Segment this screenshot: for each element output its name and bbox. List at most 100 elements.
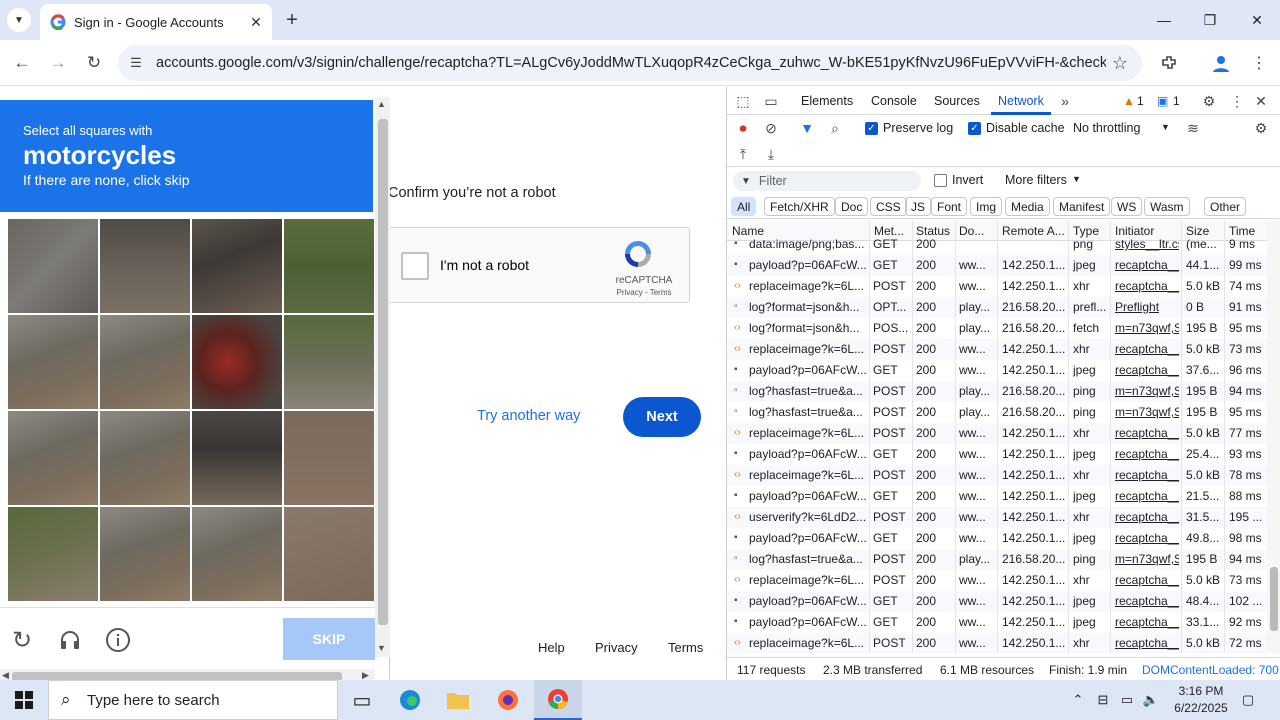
import-har-icon[interactable]: ⤒ (733, 144, 753, 164)
recaptcha-privacy-terms[interactable]: Privacy - Terms (609, 288, 679, 297)
cell-initiator[interactable]: m=n73qwf,S (1115, 405, 1179, 419)
tab-elements[interactable]: Elements (801, 94, 853, 108)
captcha-tile[interactable] (284, 507, 374, 601)
network-icon[interactable]: ⊟ (1092, 680, 1114, 720)
scroll-left-arrow-icon[interactable]: ◀ (2, 670, 9, 680)
captcha-tile[interactable] (192, 411, 282, 505)
footer-terms-link[interactable]: Terms (668, 640, 703, 655)
type-filter-doc[interactable]: Doc (835, 197, 869, 216)
type-filter-other[interactable]: Other (1204, 197, 1247, 216)
cell-initiator[interactable]: recaptcha__e (1115, 258, 1179, 272)
throttling-select[interactable]: No throttling (1073, 121, 1140, 135)
start-button[interactable] (0, 680, 48, 720)
audio-challenge-icon[interactable] (56, 626, 84, 654)
search-icon[interactable]: ⌕ (825, 118, 845, 138)
reload-challenge-icon[interactable]: ↻ (8, 626, 36, 654)
device-toolbar-icon[interactable]: ▭ (761, 91, 781, 111)
requests-scrollbar[interactable] (1267, 221, 1280, 653)
captcha-tile[interactable] (100, 507, 190, 601)
cell-initiator[interactable]: Preflight (1115, 300, 1179, 314)
cell-initiator[interactable]: recaptcha__e (1115, 468, 1179, 482)
firefox-icon[interactable] (484, 680, 532, 720)
scroll-down-arrow-icon[interactable]: ▼ (377, 643, 386, 653)
settings-gear-icon[interactable]: ⚙ (1199, 91, 1219, 111)
cell-initiator[interactable]: m=n73qwf,S (1115, 552, 1179, 566)
warning-icon[interactable]: ▲ (1123, 94, 1135, 108)
info-icon[interactable] (104, 626, 132, 654)
captcha-tile[interactable] (8, 507, 98, 601)
close-devtools-icon[interactable]: ✕ (1251, 91, 1271, 111)
cell-initiator[interactable]: recaptcha__e (1115, 510, 1179, 524)
captcha-tile[interactable] (284, 411, 374, 505)
captcha-tile[interactable] (284, 315, 374, 409)
browser-menu-icon[interactable]: ⋮ (1245, 49, 1273, 77)
export-har-icon[interactable]: ⤓ (761, 144, 781, 164)
system-clock[interactable]: 3:16 PM 6/22/2025 (1168, 683, 1234, 717)
file-explorer-icon[interactable] (434, 680, 482, 720)
volume-icon[interactable]: 🔈 (1140, 680, 1162, 720)
browser-tab[interactable]: Sign in - Google Accounts ✕ (40, 4, 272, 40)
cell-initiator[interactable]: recaptcha__e (1115, 594, 1179, 608)
chevron-down-icon[interactable]: ▼ (1161, 122, 1170, 132)
type-filter-wasm[interactable]: Wasm (1144, 197, 1190, 216)
scrollbar-thumb[interactable] (378, 119, 388, 625)
type-filter-all[interactable]: All (731, 197, 757, 216)
devtools-menu-icon[interactable]: ⋮ (1227, 91, 1247, 111)
inspect-element-icon[interactable]: ⬚ (733, 91, 753, 111)
filter-funnel-icon[interactable]: ▼ (797, 118, 817, 138)
new-tab-button[interactable]: + (280, 8, 304, 32)
scroll-right-arrow-icon[interactable]: ▶ (362, 670, 369, 680)
scrollbar-thumb[interactable] (1270, 567, 1278, 631)
captcha-horizontal-scrollbar[interactable]: ◀ ▶ (0, 669, 375, 680)
captcha-tile[interactable] (192, 315, 282, 409)
type-filter-css[interactable]: CSS (870, 197, 907, 216)
type-filter-media[interactable]: Media (1005, 197, 1050, 216)
type-filter-ws[interactable]: WS (1111, 197, 1143, 216)
more-tabs-icon[interactable]: » (1055, 91, 1075, 111)
show-hidden-icons[interactable]: ⌃ (1068, 680, 1088, 720)
captcha-tile[interactable] (284, 219, 374, 313)
site-info-icon[interactable]: ☰ (126, 55, 146, 71)
cell-initiator[interactable]: recaptcha__e (1115, 342, 1179, 356)
clear-icon[interactable]: ⊘ (761, 118, 781, 138)
back-arrow-icon[interactable]: ← (8, 49, 36, 77)
tab-sources[interactable]: Sources (934, 94, 980, 108)
address-bar[interactable]: ☰ accounts.google.com/v3/signin/challeng… (118, 45, 1142, 81)
footer-privacy-link[interactable]: Privacy (595, 640, 638, 655)
battery-icon[interactable]: ▭ (1116, 680, 1138, 720)
tab-console[interactable]: Console (871, 94, 917, 108)
network-conditions-icon[interactable]: ≋ (1183, 118, 1203, 138)
cell-initiator[interactable]: styles__ltr.css (1115, 237, 1179, 251)
captcha-vertical-scrollbar[interactable]: ▲ ▼ (375, 97, 390, 657)
invert-checkbox[interactable] (934, 174, 947, 187)
type-filter-img[interactable]: Img (970, 197, 1003, 216)
notifications-icon[interactable]: ▢ (1236, 680, 1260, 720)
record-stop-icon[interactable]: ⏺ (733, 118, 753, 138)
task-view-icon[interactable]: ▭ (338, 680, 386, 720)
captcha-tile[interactable] (8, 411, 98, 505)
footer-help-link[interactable]: Help (538, 640, 565, 655)
cell-initiator[interactable]: recaptcha__e (1115, 489, 1179, 503)
cell-initiator[interactable]: m=n73qwf,S (1115, 321, 1179, 335)
cell-initiator[interactable]: recaptcha__e (1115, 573, 1179, 587)
reload-icon[interactable]: ↻ (80, 49, 108, 77)
captcha-tile[interactable] (192, 507, 282, 601)
tab-search-button[interactable]: ▼ (7, 8, 31, 32)
next-button[interactable]: Next (623, 397, 701, 437)
cell-initiator[interactable]: recaptcha__e (1115, 636, 1179, 650)
tab-close-icon[interactable]: ✕ (246, 12, 266, 32)
profile-avatar-icon[interactable] (1207, 49, 1235, 77)
cell-initiator[interactable]: recaptcha__e (1115, 531, 1179, 545)
extensions-icon[interactable] (1155, 49, 1183, 77)
try-another-way-link[interactable]: Try another way (477, 408, 580, 424)
scrollbar-thumb[interactable] (12, 672, 342, 680)
disable-cache-checkbox[interactable]: ✓ (968, 122, 981, 135)
more-filters-dropdown[interactable]: More filters (1005, 173, 1067, 187)
bookmark-star-icon[interactable]: ☆ (1106, 53, 1134, 74)
chrome-icon[interactable] (534, 680, 582, 720)
type-filter-manifest[interactable]: Manifest (1053, 197, 1111, 216)
preserve-log-checkbox[interactable]: ✓ (865, 122, 878, 135)
chevron-down-icon[interactable]: ▼ (1072, 174, 1081, 184)
type-filter-fetch-xhr[interactable]: Fetch/XHR (764, 197, 835, 216)
cell-initiator[interactable]: recaptcha__e (1115, 615, 1179, 629)
